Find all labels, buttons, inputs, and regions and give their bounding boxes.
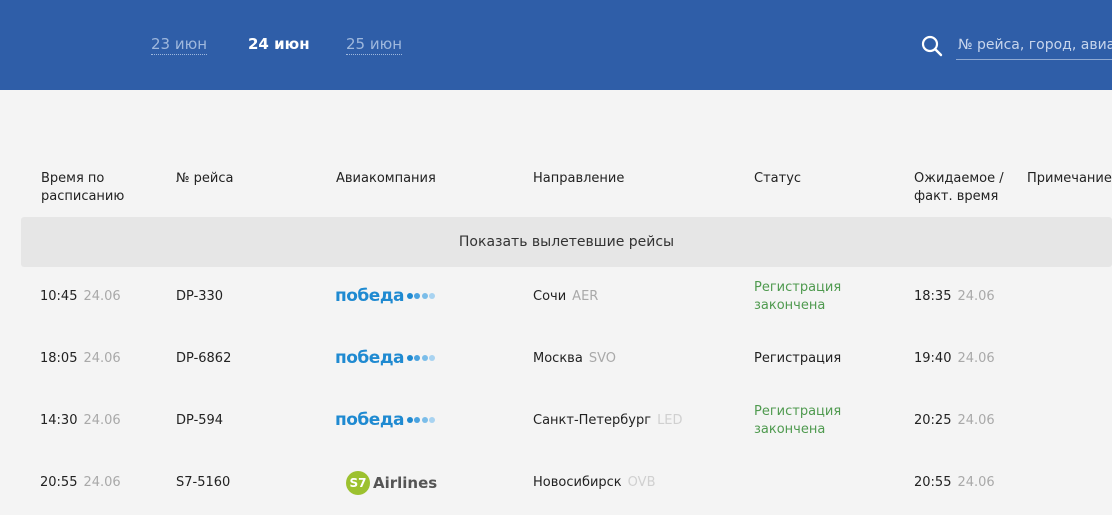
flight-number: DP-6862 [176, 351, 232, 366]
destination: Сочи AER [533, 289, 599, 304]
search-field[interactable] [956, 33, 1112, 60]
s7-badge: S7 [346, 471, 370, 495]
pobeda-logo: победа [335, 286, 436, 306]
airline-logo-text: победа [335, 348, 405, 368]
flight-number: DP-594 [176, 413, 224, 428]
expected-time: 18:35 24.06 [914, 289, 995, 304]
expected-time: 20:55 24.06 [914, 475, 995, 490]
scheduled-time: 14:30 24.06 [40, 413, 121, 428]
pobeda-dots [405, 355, 436, 361]
date-tab-next[interactable]: 25 июн [346, 35, 403, 55]
column-header-destination: Направление [533, 171, 625, 186]
date-tab-current[interactable]: 24 июн [248, 35, 310, 54]
airline-logo-text: Airlines [373, 474, 438, 492]
search-icon[interactable] [921, 35, 943, 57]
pobeda-logo: победа [335, 348, 436, 368]
expected-time: 20:25 24.06 [914, 413, 995, 428]
search-input[interactable] [956, 33, 1112, 57]
s7-logo: S7 Airlines [346, 471, 437, 495]
table-row[interactable]: 10:45 24.06 DP-330 победа Сочи AER Регистр… [0, 266, 1112, 328]
pobeda-dots [405, 293, 436, 299]
column-header-airline: Авиакомпания [336, 171, 436, 186]
column-header-scheduled-time: Время по расписанию [41, 171, 125, 204]
airline-logo-text: победа [335, 286, 405, 306]
column-header-flight-number: № рейса [176, 171, 234, 186]
destination: Москва SVO [533, 351, 616, 366]
scheduled-time: 20:55 24.06 [40, 475, 121, 490]
flight-status: Регистрация закончена [754, 404, 842, 437]
expected-time: 19:40 24.06 [914, 351, 995, 366]
destination: Новосибирск OVB [533, 475, 656, 490]
show-departed-button[interactable]: Показать вылетевшие рейсы [21, 217, 1112, 267]
flight-status: Регистрация закончена [754, 280, 842, 313]
destination: Санкт-Петербург LED [533, 413, 683, 428]
top-header: 23 июн 24 июн 25 июн [0, 0, 1112, 90]
airline-logo-text: победа [335, 410, 405, 430]
flight-number: DP-330 [176, 289, 224, 304]
scheduled-time: 18:05 24.06 [40, 351, 121, 366]
table-row[interactable]: 18:05 24.06 DP-6862 победа Москва SVO Реги… [0, 328, 1112, 390]
scheduled-time: 10:45 24.06 [40, 289, 121, 304]
table-row[interactable]: 20:55 24.06 S7-5160 S7 Airlines Новосибир… [0, 452, 1112, 514]
flight-number: S7-5160 [176, 475, 231, 490]
date-tab-prev[interactable]: 23 июн [151, 35, 208, 55]
column-header-note: Примечание [1027, 171, 1112, 186]
pobeda-dots [405, 417, 436, 423]
table-row[interactable]: 14:30 24.06 DP-594 победа Санкт-Петербург… [0, 390, 1112, 452]
column-header-status: Статус [754, 171, 802, 186]
column-header-expected-time: Ожидаемое / факт. время [914, 171, 1004, 204]
flight-status: Регистрация [754, 351, 842, 366]
pobeda-logo: победа [335, 410, 436, 430]
